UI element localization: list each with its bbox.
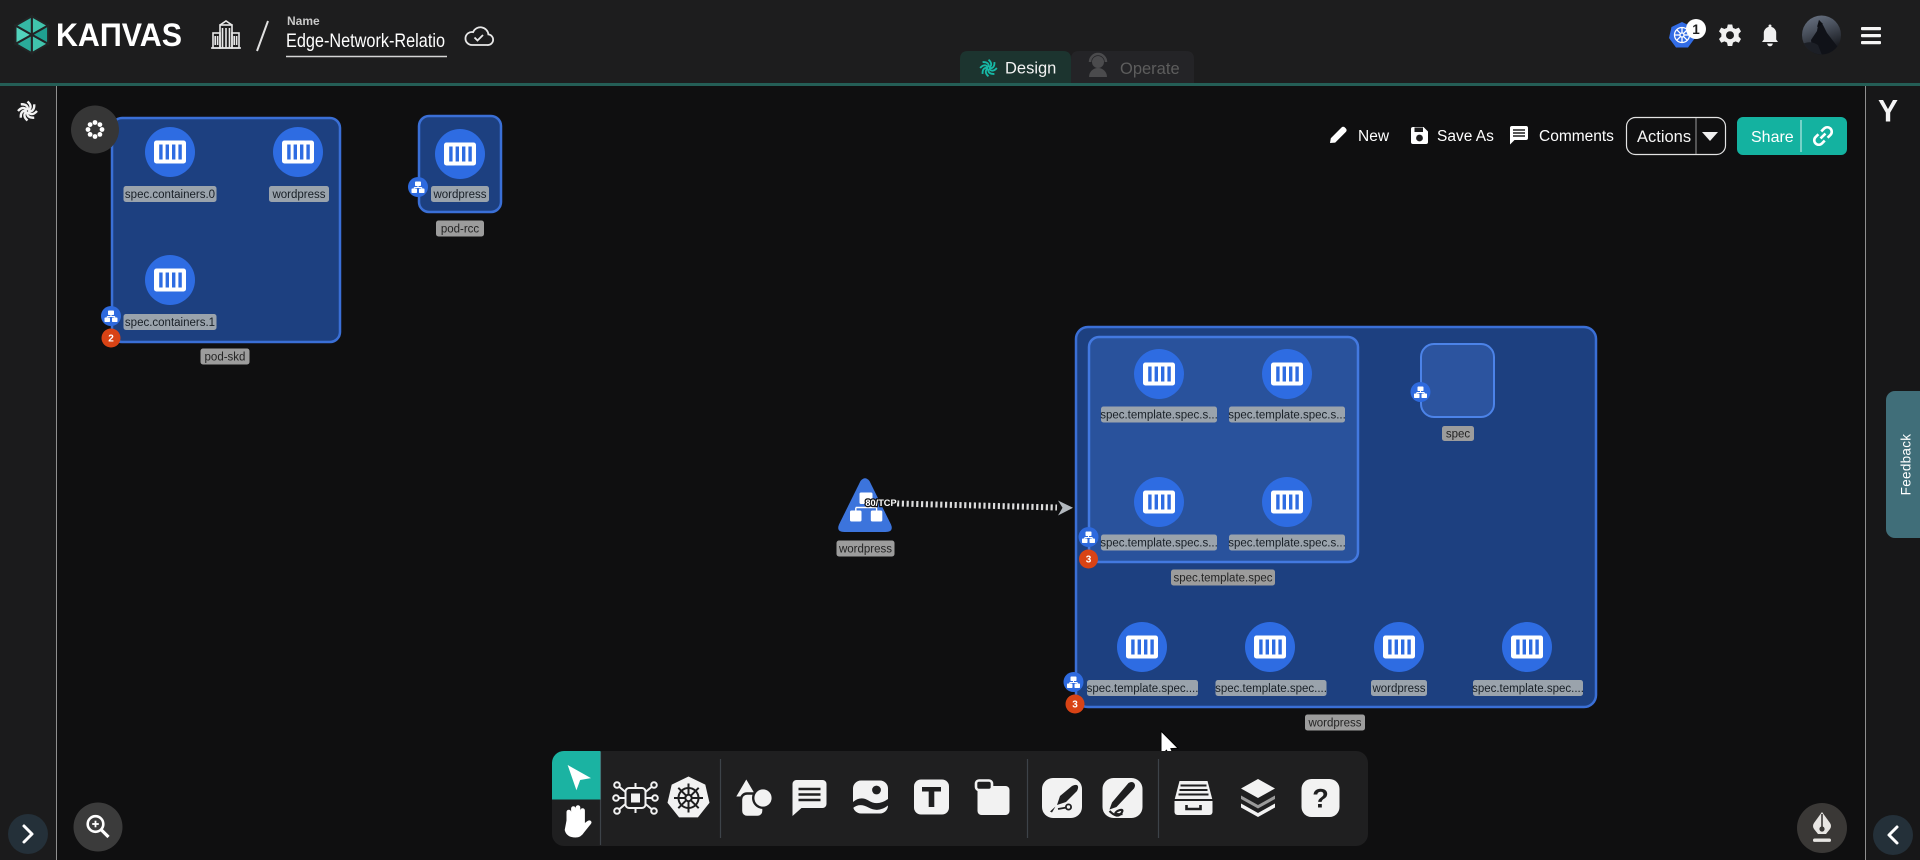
svg-text:pod-rcc: pod-rcc (441, 224, 480, 236)
svg-text:Edge-Network-Relatio: Edge-Network-Relatio (286, 30, 445, 52)
svg-text:KAΠVAS: KAΠVAS (56, 17, 182, 53)
svg-text:80/TCP: 80/TCP (865, 498, 896, 508)
svg-text:spec.template.spec....: spec.template.spec.... (1215, 683, 1327, 695)
svg-text:wordpress: wordpress (838, 544, 892, 556)
svg-text:Name: Name (287, 14, 320, 28)
svg-text:wordpress: wordpress (432, 189, 486, 201)
svg-text:wordpress: wordpress (271, 189, 325, 201)
svg-text:spec.containers.1: spec.containers.1 (125, 317, 215, 329)
svg-text:2: 2 (108, 334, 114, 345)
svg-text:spec: spec (1446, 429, 1471, 441)
svg-text:Comments: Comments (1539, 128, 1614, 145)
svg-text:Share: Share (1751, 129, 1794, 146)
svg-text:New: New (1358, 128, 1390, 145)
svg-text:spec.containers.0: spec.containers.0 (125, 189, 215, 201)
svg-text:3: 3 (1086, 555, 1092, 566)
svg-text:1: 1 (1692, 22, 1700, 37)
svg-text:spec.template.spec.s...: spec.template.spec.s... (1100, 410, 1218, 422)
svg-text:spec.template.spec: spec.template.spec (1173, 573, 1272, 585)
svg-text:Save As: Save As (1437, 128, 1494, 145)
svg-text:wordpress: wordpress (1307, 718, 1361, 730)
svg-text:wordpress: wordpress (1371, 683, 1425, 695)
svg-text:Operate: Operate (1120, 60, 1180, 78)
svg-text:spec.template.spec.s...: spec.template.spec.s... (1100, 538, 1218, 550)
svg-text:pod-skd: pod-skd (205, 352, 246, 364)
svg-text:spec.template.spec.s...: spec.template.spec.s... (1228, 410, 1346, 422)
svg-text:3: 3 (1072, 700, 1078, 711)
svg-text:spec.template.spec....: spec.template.spec.... (1472, 683, 1584, 695)
svg-text:Actions: Actions (1637, 128, 1691, 146)
svg-text:spec.template.spec.s...: spec.template.spec.s... (1228, 538, 1346, 550)
svg-text:spec.template.spec....: spec.template.spec.... (1087, 683, 1199, 695)
svg-text:Design: Design (1005, 60, 1056, 78)
